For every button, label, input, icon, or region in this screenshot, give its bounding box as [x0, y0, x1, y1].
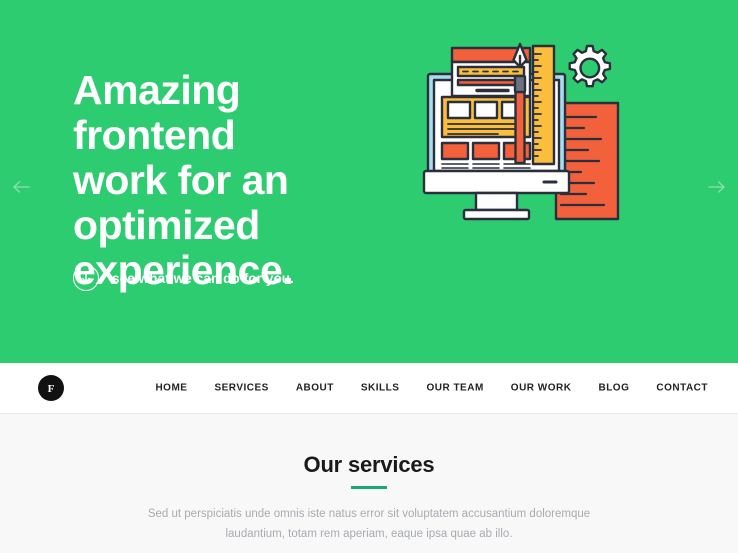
nav-item-blog[interactable]: BLOG	[598, 383, 629, 394]
services-heading: Our services	[303, 452, 435, 477]
nav-item-contact[interactable]: CONTACT	[656, 383, 708, 394]
arrow-right-icon[interactable]	[706, 176, 728, 198]
web-design-monitor-pen-ruler-gear-illustration	[420, 40, 620, 225]
nav-item-our-team[interactable]: OUR TEAM	[426, 383, 483, 394]
nav-item-skills[interactable]: SKILLS	[361, 383, 400, 394]
main-navigation-bar: F HOME SERVICES ABOUT SKILLS OUR TEAM OU…	[0, 363, 738, 414]
scroll-down-cta[interactable]: see what we can do for you.	[73, 265, 294, 291]
services-heading-underline	[351, 486, 387, 489]
services-section: Our services Sed ut perspiciatis unde om…	[0, 414, 738, 553]
nav-item-home[interactable]: HOME	[155, 383, 187, 394]
arrow-left-icon[interactable]	[10, 176, 32, 198]
arrow-down-circle-icon	[73, 265, 99, 291]
nav-item-services[interactable]: SERVICES	[214, 383, 268, 394]
page-title: Amazing frontend work for an optimized e…	[73, 67, 294, 293]
nav-item-about[interactable]: ABOUT	[296, 383, 334, 394]
nav-menu: HOME SERVICES ABOUT SKILLS OUR TEAM OUR …	[155, 383, 708, 394]
services-subtitle: Sed ut perspiciatis unde omnis iste natu…	[147, 508, 591, 540]
scroll-down-cta-label: see what we can do for you.	[112, 270, 294, 286]
nav-item-our-work[interactable]: OUR WORK	[511, 383, 572, 394]
site-logo-letter: F	[47, 383, 55, 395]
hero-copy: Amazing frontend work for an optimized e…	[73, 68, 413, 293]
hero-slide: Amazing frontend work for an optimized e…	[0, 0, 738, 363]
hero-section: Amazing frontend work for an optimized e…	[0, 0, 738, 363]
site-logo[interactable]: F	[38, 375, 64, 401]
